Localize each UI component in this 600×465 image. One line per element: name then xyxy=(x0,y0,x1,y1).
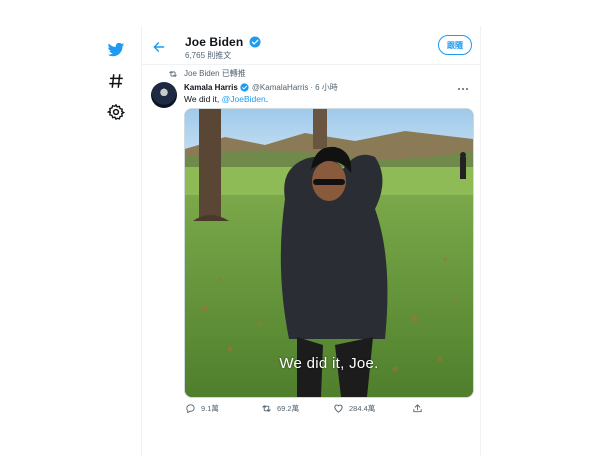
share-button[interactable] xyxy=(412,403,428,414)
more-options-icon[interactable] xyxy=(456,81,470,91)
back-arrow-icon[interactable] xyxy=(152,40,168,56)
settings-gear-icon[interactable] xyxy=(104,100,128,124)
tweet-time[interactable]: 6 小時 xyxy=(315,82,338,93)
retweet-count: 69.2萬 xyxy=(277,404,300,413)
retweet-icon xyxy=(169,70,177,77)
author-handle[interactable]: @KamalaHarris xyxy=(252,83,309,92)
dot-separator: · xyxy=(310,83,314,92)
mention-link[interactable]: @JoeBiden xyxy=(222,94,266,104)
reply-count: 9.1萬 xyxy=(201,404,219,413)
author-name[interactable]: Kamala Harris xyxy=(184,83,238,92)
retweet-button[interactable]: 69.2萬 xyxy=(261,403,299,414)
tweet-video[interactable]: We did it, Joe. xyxy=(184,108,474,398)
tweet-count: 6,765 則推文 xyxy=(185,51,232,60)
tweet-text: We did it, @JoeBiden. xyxy=(184,94,268,104)
profile-header: Joe Biden 6,765 則推文 跟隨 xyxy=(142,26,480,65)
tweet-author-line: Kamala Harris @KamalaHarris · 6 小時 xyxy=(184,82,338,93)
video-frame xyxy=(185,109,473,397)
retweet-icon xyxy=(262,405,271,412)
reply-icon xyxy=(186,404,195,414)
twitter-logo-icon[interactable] xyxy=(104,38,128,62)
heart-icon xyxy=(334,404,343,413)
reply-button[interactable]: 9.1萬 xyxy=(185,403,219,414)
tweet-actions: 9.1萬 69.2萬 284.4萬 xyxy=(180,403,440,417)
like-count: 284.4萬 xyxy=(349,404,376,413)
retweet-context: Joe Biden 已轉推 xyxy=(168,68,246,79)
follow-button[interactable]: 跟隨 xyxy=(438,35,472,55)
author-avatar[interactable] xyxy=(151,82,177,108)
verified-badge-icon xyxy=(249,36,261,48)
profile-name: Joe Biden xyxy=(185,35,261,49)
verified-badge-icon xyxy=(240,83,249,92)
hashtag-explore-icon[interactable] xyxy=(104,69,128,93)
share-icon xyxy=(413,404,422,413)
profile-timeline: Joe Biden 6,765 則推文 跟隨 Joe Biden 已轉推 Kam… xyxy=(141,26,481,456)
like-button[interactable]: 284.4萬 xyxy=(333,403,375,414)
profile-name-text: Joe Biden xyxy=(185,35,244,49)
tweet-text-prefix: We did it, xyxy=(184,94,222,104)
video-caption: We did it, Joe. xyxy=(279,355,379,372)
retweet-context-text: Joe Biden 已轉推 xyxy=(184,69,246,78)
tweet-text-suffix: . xyxy=(265,94,269,104)
